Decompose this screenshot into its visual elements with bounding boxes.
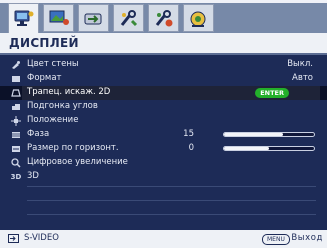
exit-label[interactable]: Выход xyxy=(291,233,323,243)
empty-row-divider xyxy=(27,186,316,187)
tab-bar-top-edge xyxy=(0,0,327,3)
menu-item-aspect-ratio[interactable]: Формат Авто xyxy=(0,72,327,86)
source-icon xyxy=(84,13,102,25)
menu-item-keystone-2d[interactable]: Трапец. искаж. 2D ENTER xyxy=(0,86,327,100)
menu-item-label: Цифровое увеличение xyxy=(27,157,128,167)
tab-info[interactable] xyxy=(183,4,214,32)
tab-display[interactable] xyxy=(8,3,39,36)
menu-item-position[interactable]: Положение xyxy=(0,114,327,128)
digital-zoom-icon xyxy=(11,158,21,168)
phase-slider-fill xyxy=(224,133,283,136)
menu-title-band: ДИСПЛЕЙ xyxy=(0,33,327,55)
corner-fit-icon xyxy=(11,102,21,112)
info-icon xyxy=(190,11,206,27)
3d-icon: 3D xyxy=(10,173,22,181)
setup-basic-icon xyxy=(120,10,138,27)
setup-advanced-icon xyxy=(155,10,173,27)
menu-item-label: Цвет стены xyxy=(27,59,79,69)
h-size-slider[interactable] xyxy=(223,146,315,151)
menu-item-3d[interactable]: 3D 3D xyxy=(0,170,327,184)
current-source-label: S-VIDEO xyxy=(24,233,59,243)
tab-source[interactable] xyxy=(78,4,109,32)
empty-row-divider xyxy=(27,200,316,201)
menu-item-corner-fit[interactable]: Подгонка углов xyxy=(0,100,327,114)
menu-item-label: Трапец. искаж. 2D xyxy=(27,87,111,97)
aspect-ratio-icon xyxy=(11,74,21,84)
menu-item-label: Формат xyxy=(27,73,62,83)
picture-icon xyxy=(49,10,69,25)
menu-item-value: Выкл. xyxy=(287,59,313,69)
menu-item-value: Авто xyxy=(292,73,313,83)
position-icon xyxy=(11,116,21,126)
menu-item-value: 15 xyxy=(183,129,194,139)
menu-item-label: Положение xyxy=(27,115,79,125)
menu-item-wall-color[interactable]: Цвет стены Выкл. xyxy=(0,58,327,72)
menu-key-badge: MENU xyxy=(262,234,290,245)
menu-item-digital-zoom[interactable]: Цифровое увеличение xyxy=(0,156,327,170)
menu-title: ДИСПЛЕЙ xyxy=(9,36,79,50)
tab-setup-advanced[interactable] xyxy=(148,4,179,32)
menu-item-phase[interactable]: Фаза 15 xyxy=(0,128,327,142)
menu-item-h-size[interactable]: Размер по горизонт. 0 xyxy=(0,142,327,156)
empty-row-divider xyxy=(27,214,316,215)
keystone-icon xyxy=(11,88,21,98)
phase-icon xyxy=(11,130,21,140)
menu-item-value: 0 xyxy=(188,143,194,153)
h-size-slider-fill xyxy=(224,147,269,150)
tab-picture[interactable] xyxy=(43,4,74,32)
title-rule xyxy=(0,53,327,55)
wall-color-icon xyxy=(11,60,21,70)
projector-osd-menu: ДИСПЛЕЙ Цвет стены Выкл. Формат Авто Тра… xyxy=(0,0,327,248)
menu-tab-bar xyxy=(0,0,327,36)
phase-slider[interactable] xyxy=(223,132,315,137)
display-icon xyxy=(14,10,34,26)
menu-item-label: Фаза xyxy=(27,129,50,139)
tab-setup-basic[interactable] xyxy=(113,4,144,32)
menu-item-label: 3D xyxy=(27,171,39,181)
enter-key-badge: ENTER xyxy=(255,88,289,98)
menu-item-label: Подгонка углов xyxy=(27,101,98,111)
input-source-icon xyxy=(8,234,19,243)
status-bar: S-VIDEO MENU Выход xyxy=(0,230,327,248)
h-size-icon xyxy=(11,144,21,154)
menu-item-label: Размер по горизонт. xyxy=(27,143,119,153)
